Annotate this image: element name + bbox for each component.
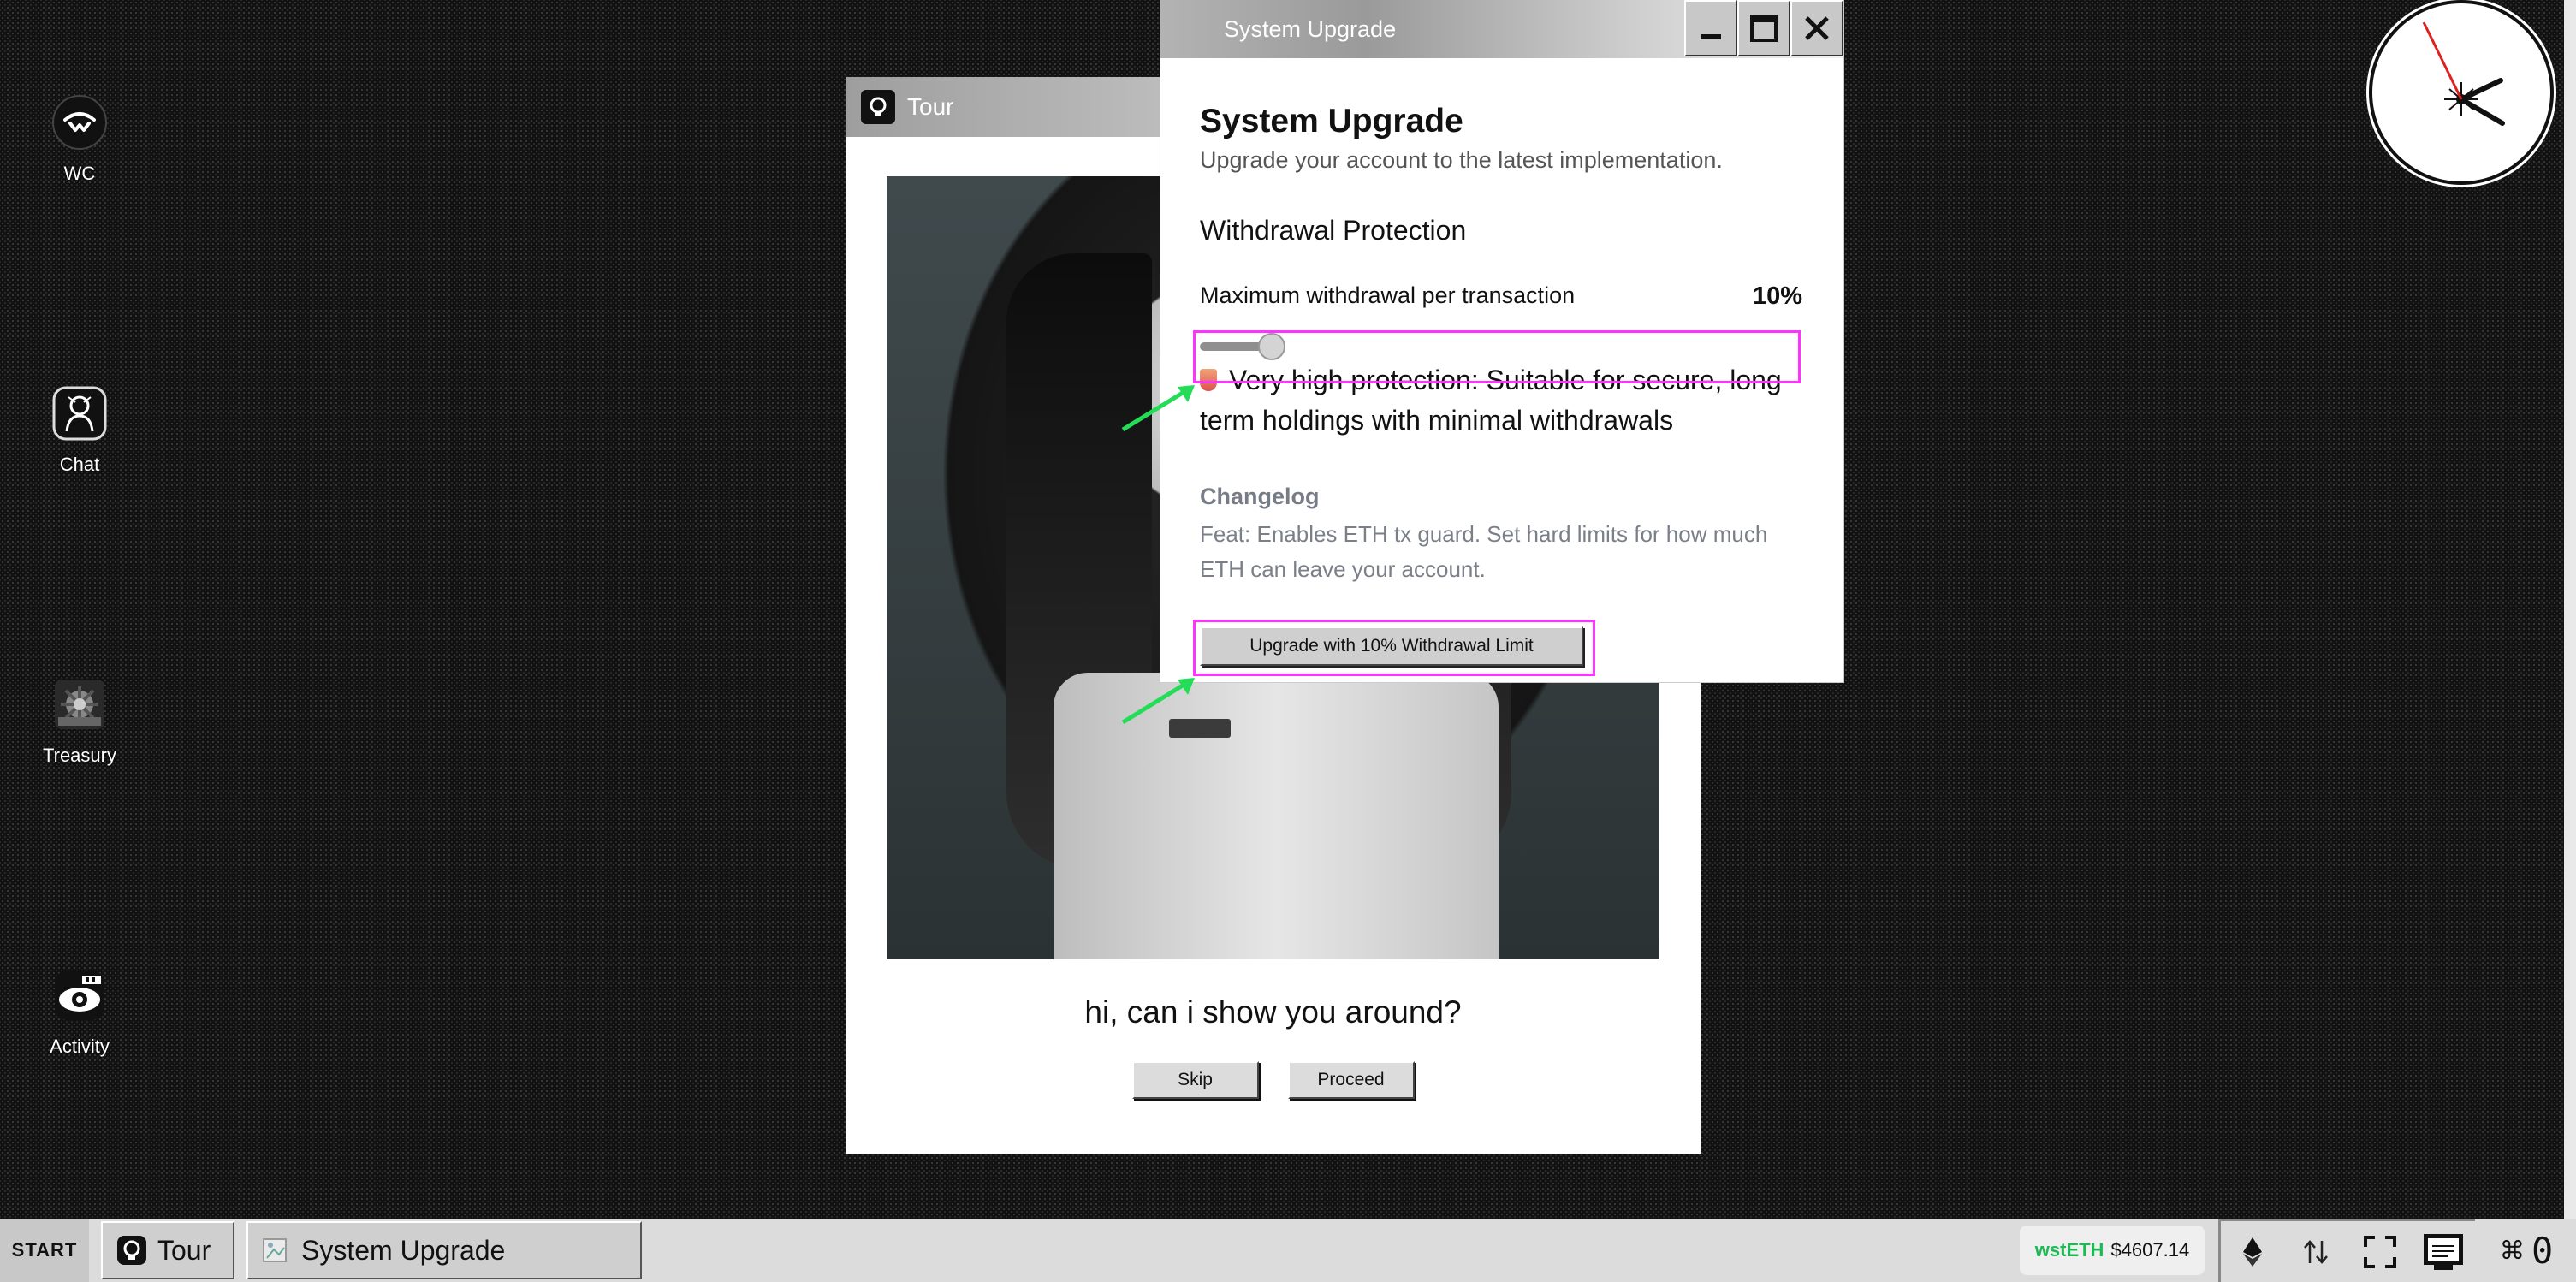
tour-app-icon <box>861 90 895 124</box>
upgrade-heading: System Upgrade <box>1200 103 1463 139</box>
analog-clock <box>2369 0 2554 185</box>
broken-image-icon <box>263 1238 287 1262</box>
maximize-button[interactable] <box>1737 0 1790 56</box>
taskbar-item-system-upgrade[interactable]: System Upgrade <box>246 1221 642 1279</box>
max-withdrawal-value: 10% <box>1752 282 1802 310</box>
desktop-icon-label: Chat <box>59 454 100 475</box>
protection-text: Very high protection: Suitable for secur… <box>1200 365 1791 436</box>
clock-icon <box>2422 21 2505 126</box>
taskbar-item-tour[interactable]: Tour <box>101 1221 234 1279</box>
system-upgrade-window-title: System Upgrade <box>1224 15 1397 42</box>
proceed-button[interactable]: Proceed <box>1287 1061 1415 1099</box>
changelog-text: Feat: Enables ETH tx guard. Set hard lim… <box>1200 521 1768 582</box>
command-icon: ⌘ <box>2501 1229 2523 1272</box>
tour-window-title: Tour <box>907 93 954 120</box>
desktop-icon-label: WC <box>63 163 96 184</box>
system-upgrade-window: System Upgrade System Upgrade Upgrade yo… <box>1160 0 1843 682</box>
activity-icon <box>51 967 108 1024</box>
taskbar-item-label: System Upgrade <box>301 1234 506 1266</box>
start-button[interactable]: START <box>0 1219 89 1282</box>
minimize-button[interactable] <box>1684 0 1737 56</box>
command-count: 0 <box>2531 1229 2554 1272</box>
vertical-scrollbar[interactable] <box>2564 0 2576 1219</box>
slider-thumb[interactable] <box>1258 333 1285 360</box>
close-button[interactable] <box>1790 0 1843 56</box>
changelog-title: Changelog <box>1200 484 1320 509</box>
shield-icon <box>1200 369 1217 391</box>
walletconnect-icon <box>51 94 108 151</box>
taskbar-item-label: Tour <box>157 1234 211 1266</box>
chat-icon <box>51 385 108 442</box>
protection-description: Very high protection: Suitable for secur… <box>1200 360 1802 441</box>
token-symbol: wstETH <box>2034 1239 2104 1261</box>
withdrawal-limit-slider[interactable] <box>1200 333 1802 360</box>
system-tray <box>2218 1219 2475 1282</box>
desktop-icon-label: Activity <box>50 1036 110 1057</box>
maximize-icon <box>1750 15 1778 42</box>
treasury-icon <box>51 676 108 733</box>
desktop-icon-chat[interactable]: Chat <box>26 385 134 476</box>
transfer-arrows-icon[interactable] <box>2292 1228 2340 1276</box>
minimize-icon <box>1701 34 1721 39</box>
max-withdrawal-label: Maximum withdrawal per transaction <box>1200 282 1576 308</box>
withdrawal-protection-title: Withdrawal Protection <box>1200 215 1467 246</box>
system-upgrade-titlebar[interactable]: System Upgrade <box>1160 0 1843 58</box>
tour-caption: hi, can i show you around? <box>1084 994 1462 1030</box>
desktop-icon-treasury[interactable]: Treasury <box>26 676 134 767</box>
desktop-icon-wc[interactable]: WC <box>26 94 134 185</box>
token-price-widget[interactable]: wstETH $4607.14 <box>2020 1226 2205 1275</box>
upgrade-button[interactable]: Upgrade with 10% Withdrawal Limit <box>1200 626 1583 666</box>
tour-app-icon <box>117 1236 146 1265</box>
command-counter[interactable]: ⌘ 0 <box>2478 1219 2576 1282</box>
desktop-icon-label: Treasury <box>43 745 116 766</box>
computer-icon[interactable] <box>2419 1228 2467 1276</box>
skip-button[interactable]: Skip <box>1131 1061 1259 1099</box>
fullscreen-icon[interactable] <box>2356 1228 2404 1276</box>
token-price: $4607.14 <box>2110 1239 2190 1261</box>
close-icon <box>1805 16 1829 40</box>
desktop-icon-activity[interactable]: Activity <box>26 967 134 1058</box>
ethereum-icon[interactable] <box>2229 1228 2276 1276</box>
upgrade-subtitle: Upgrade your account to the latest imple… <box>1200 147 1723 173</box>
